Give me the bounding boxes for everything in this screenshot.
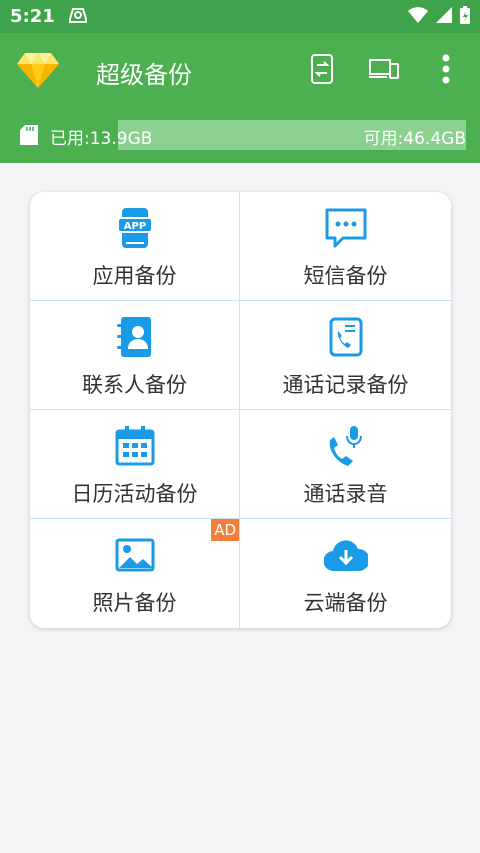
app-title: 超级备份 xyxy=(96,61,192,89)
call-log-backup-label: 通话记录备份 xyxy=(282,373,409,397)
calendar-backup-label: 日历活动备份 xyxy=(71,482,198,506)
more-vert-icon xyxy=(442,54,450,88)
call-log-backup-item[interactable]: 通话记录备份 xyxy=(240,301,451,410)
storage-progress-bar: 已用:13.9GB 可用:46.4GB xyxy=(14,120,466,150)
phone-transfer-button[interactable] xyxy=(306,54,338,88)
diamond-logo-icon xyxy=(17,51,59,89)
app-bar: 超级备份 xyxy=(0,33,480,108)
sd-card-icon xyxy=(20,125,38,145)
phone-transfer-icon xyxy=(311,54,333,88)
battery-icon xyxy=(460,5,470,28)
svg-text:APP: APP xyxy=(123,221,145,232)
cloud-backup-item[interactable]: 云端备份 xyxy=(240,519,451,628)
calendar-backup-item[interactable]: 日历活动备份 xyxy=(30,410,240,519)
app-icon: APP xyxy=(113,206,157,250)
signal-icon xyxy=(436,6,452,27)
notification-icon xyxy=(67,5,89,29)
call-log-icon xyxy=(324,315,368,359)
photo-backup-label: 照片备份 xyxy=(92,591,177,615)
call-recording-label: 通话录音 xyxy=(303,482,388,506)
calendar-icon xyxy=(113,424,157,468)
sms-icon xyxy=(324,206,368,250)
storage-used-label: 已用:13.9GB xyxy=(50,129,153,149)
contacts-icon xyxy=(113,315,157,359)
cloud-backup-label: 云端备份 xyxy=(303,591,388,615)
status-time: 5:21 xyxy=(10,6,55,27)
cloud-download-icon xyxy=(323,533,368,577)
devices-button[interactable] xyxy=(368,55,400,87)
photo-backup-item[interactable]: AD 照片备份 xyxy=(30,519,240,628)
ad-badge: AD xyxy=(211,519,239,541)
photo-icon xyxy=(113,533,157,577)
storage-free-label: 可用:46.4GB xyxy=(363,129,466,149)
devices-icon xyxy=(369,58,399,84)
contacts-backup-item[interactable]: 联系人备份 xyxy=(30,301,240,410)
sms-backup-label: 短信备份 xyxy=(303,264,388,288)
app-backup-item[interactable]: APP 应用备份 xyxy=(30,192,240,301)
app-backup-label: 应用备份 xyxy=(92,264,177,288)
wifi-icon xyxy=(408,6,428,27)
call-recording-item[interactable]: 通话录音 xyxy=(240,410,451,519)
backup-options-card: APP 应用备份 短信备份 联系人备份 通话记录备份 日历活动备份 通话录音 A… xyxy=(30,192,451,628)
call-recording-icon xyxy=(324,424,368,468)
sms-backup-item[interactable]: 短信备份 xyxy=(240,192,451,301)
storage-area: 已用:13.9GB 可用:46.4GB xyxy=(0,108,480,163)
contacts-backup-label: 联系人备份 xyxy=(82,373,187,397)
status-bar: 5:21 xyxy=(0,0,480,33)
more-options-button[interactable] xyxy=(430,54,462,88)
